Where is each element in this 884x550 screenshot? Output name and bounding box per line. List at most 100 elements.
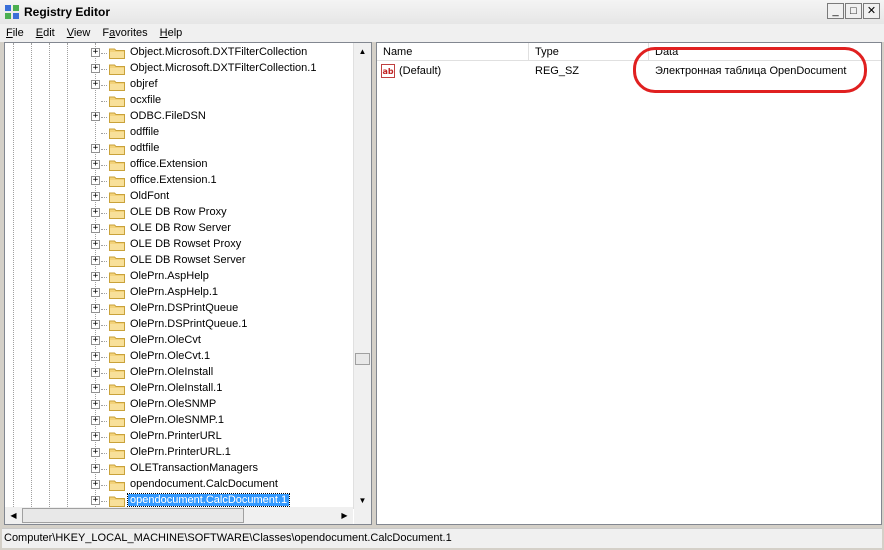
tree-item-label[interactable]: OlePrn.DSPrintQueue.1: [128, 318, 249, 330]
close-button[interactable]: ✕: [863, 3, 880, 19]
tree-item-label[interactable]: OlePrn.OleInstall: [128, 366, 215, 378]
values-list-pane[interactable]: Name Type Data ab (Default) REG_SZ Элект…: [376, 42, 882, 525]
value-name-cell[interactable]: (Default): [399, 63, 441, 79]
tree-item-label[interactable]: OlePrn.DSPrintQueue: [128, 302, 240, 314]
expand-icon[interactable]: +: [91, 288, 100, 297]
expand-icon[interactable]: +: [91, 320, 100, 329]
tree-item-label[interactable]: Object.Microsoft.DXTFilterCollection: [128, 46, 309, 58]
expand-icon[interactable]: +: [91, 160, 100, 169]
tree-item-label[interactable]: OlePrn.AspHelp: [128, 270, 211, 282]
tree-item[interactable]: + OlePrn.OleCvt: [5, 333, 353, 349]
tree-item[interactable]: + office.Extension.1: [5, 173, 353, 189]
tree-item-label[interactable]: OLE DB Row Server: [128, 222, 233, 234]
column-header-type[interactable]: Type: [529, 43, 649, 61]
tree-item[interactable]: + odtfile: [5, 141, 353, 157]
tree-item[interactable]: + objref: [5, 77, 353, 93]
tree-item-label[interactable]: OLE DB Rowset Proxy: [128, 238, 243, 250]
key-tree-pane[interactable]: + Object.Microsoft.DXTFilterCollection + Ob…: [4, 42, 372, 525]
tree-item[interactable]: odffile: [5, 125, 353, 141]
expand-icon[interactable]: +: [91, 304, 100, 313]
scroll-thumb[interactable]: [355, 353, 370, 365]
scroll-right-button[interactable]: ▶: [336, 507, 353, 524]
expand-icon[interactable]: +: [91, 48, 100, 57]
expand-icon[interactable]: +: [91, 272, 100, 281]
tree-item[interactable]: + OlePrn.OleCvt.1: [5, 349, 353, 365]
tree-item-label[interactable]: OlePrn.OleCvt: [128, 334, 203, 346]
tree-vertical-scrollbar[interactable]: ▲ ▼: [353, 43, 371, 509]
tree-item[interactable]: + OlePrn.DSPrintQueue: [5, 301, 353, 317]
expand-icon[interactable]: +: [91, 80, 100, 89]
tree-item-label[interactable]: odffile: [128, 126, 161, 138]
menu-favorites[interactable]: Favorites: [96, 27, 153, 39]
expand-icon[interactable]: +: [91, 336, 100, 345]
tree-item[interactable]: + OlePrn.OleSNMP.1: [5, 413, 353, 429]
tree-item-label[interactable]: OldFont: [128, 190, 171, 202]
maximize-button[interactable]: □: [845, 3, 862, 19]
tree-item-label[interactable]: OlePrn.OleInstall.1: [128, 382, 224, 394]
tree-item[interactable]: + OLETransactionManagers: [5, 461, 353, 477]
tree-item-label[interactable]: objref: [128, 78, 160, 90]
tree-item[interactable]: + opendocument.CalcDocument: [5, 477, 353, 493]
expand-icon[interactable]: +: [91, 352, 100, 361]
column-header-name[interactable]: Name: [377, 43, 529, 61]
tree-item-label[interactable]: OlePrn.AspHelp.1: [128, 286, 220, 298]
expand-icon[interactable]: +: [91, 448, 100, 457]
tree-item-label[interactable]: OLETransactionManagers: [128, 462, 260, 474]
tree-item[interactable]: + OLE DB Rowset Proxy: [5, 237, 353, 253]
horizontal-scroll-thumb[interactable]: [22, 508, 244, 523]
tree-item[interactable]: + OlePrn.AspHelp.1: [5, 285, 353, 301]
expand-icon[interactable]: +: [91, 208, 100, 217]
tree-item[interactable]: + OlePrn.AspHelp: [5, 269, 353, 285]
expand-icon[interactable]: +: [91, 192, 100, 201]
expand-icon[interactable]: +: [91, 464, 100, 473]
tree-item-label[interactable]: opendocument.CalcDocument.1: [126, 493, 291, 507]
tree-item[interactable]: + OlePrn.PrinterURL: [5, 429, 353, 445]
tree-item-label[interactable]: opendocument.CalcDocument: [128, 478, 280, 490]
tree-item[interactable]: + office.Extension: [5, 157, 353, 173]
tree-item-label[interactable]: OLE DB Rowset Server: [128, 254, 248, 266]
expand-icon[interactable]: +: [91, 112, 100, 121]
tree-item[interactable]: ocxfile: [5, 93, 353, 109]
menu-edit[interactable]: Edit: [30, 27, 61, 39]
expand-icon[interactable]: +: [91, 496, 100, 505]
tree-item[interactable]: + OldFont: [5, 189, 353, 205]
tree-item-label[interactable]: OlePrn.OleSNMP.1: [128, 414, 226, 426]
tree-item-label[interactable]: OlePrn.PrinterURL: [128, 430, 224, 442]
tree-item[interactable]: + OLE DB Row Proxy: [5, 205, 353, 221]
expand-icon[interactable]: +: [91, 176, 100, 185]
title-bar[interactable]: Registry Editor _ □ ✕: [0, 0, 884, 25]
tree-item-label[interactable]: OlePrn.OleSNMP: [128, 398, 218, 410]
tree-item-label[interactable]: OlePrn.OleCvt.1: [128, 350, 212, 362]
expand-icon[interactable]: +: [91, 144, 100, 153]
menu-help[interactable]: Help: [154, 27, 189, 39]
tree-item-label[interactable]: Object.Microsoft.DXTFilterCollection.1: [128, 62, 318, 74]
menu-view[interactable]: View: [61, 27, 97, 39]
tree-item[interactable]: + OlePrn.DSPrintQueue.1: [5, 317, 353, 333]
tree-item[interactable]: + Object.Microsoft.DXTFilterCollection: [5, 45, 353, 61]
key-tree[interactable]: + Object.Microsoft.DXTFilterCollection + Ob…: [5, 43, 353, 509]
tree-item-label[interactable]: OLE DB Row Proxy: [128, 206, 229, 218]
expand-icon[interactable]: +: [91, 416, 100, 425]
tree-horizontal-scrollbar[interactable]: ◀ ▶: [5, 507, 353, 524]
expand-icon[interactable]: +: [91, 480, 100, 489]
expand-icon[interactable]: +: [91, 256, 100, 265]
expand-icon[interactable]: +: [91, 368, 100, 377]
tree-item[interactable]: + ODBC.FileDSN: [5, 109, 353, 125]
expand-icon[interactable]: +: [91, 400, 100, 409]
expand-icon[interactable]: +: [91, 384, 100, 393]
tree-item-label[interactable]: OlePrn.PrinterURL.1: [128, 446, 233, 458]
expand-icon[interactable]: +: [91, 240, 100, 249]
expand-icon[interactable]: +: [91, 64, 100, 73]
menu-file[interactable]: File: [0, 27, 30, 39]
tree-item[interactable]: + OlePrn.OleSNMP: [5, 397, 353, 413]
tree-item[interactable]: + Object.Microsoft.DXTFilterCollection.1: [5, 61, 353, 77]
tree-item[interactable]: + OlePrn.OleInstall.1: [5, 381, 353, 397]
scroll-left-button[interactable]: ◀: [5, 507, 22, 524]
scroll-up-button[interactable]: ▲: [354, 43, 371, 60]
tree-item-label[interactable]: office.Extension.1: [128, 174, 219, 186]
minimize-button[interactable]: _: [827, 3, 844, 19]
tree-item[interactable]: + OlePrn.OleInstall: [5, 365, 353, 381]
expand-icon[interactable]: +: [91, 432, 100, 441]
tree-item[interactable]: + OLE DB Rowset Server: [5, 253, 353, 269]
tree-item-label[interactable]: ocxfile: [128, 94, 163, 106]
